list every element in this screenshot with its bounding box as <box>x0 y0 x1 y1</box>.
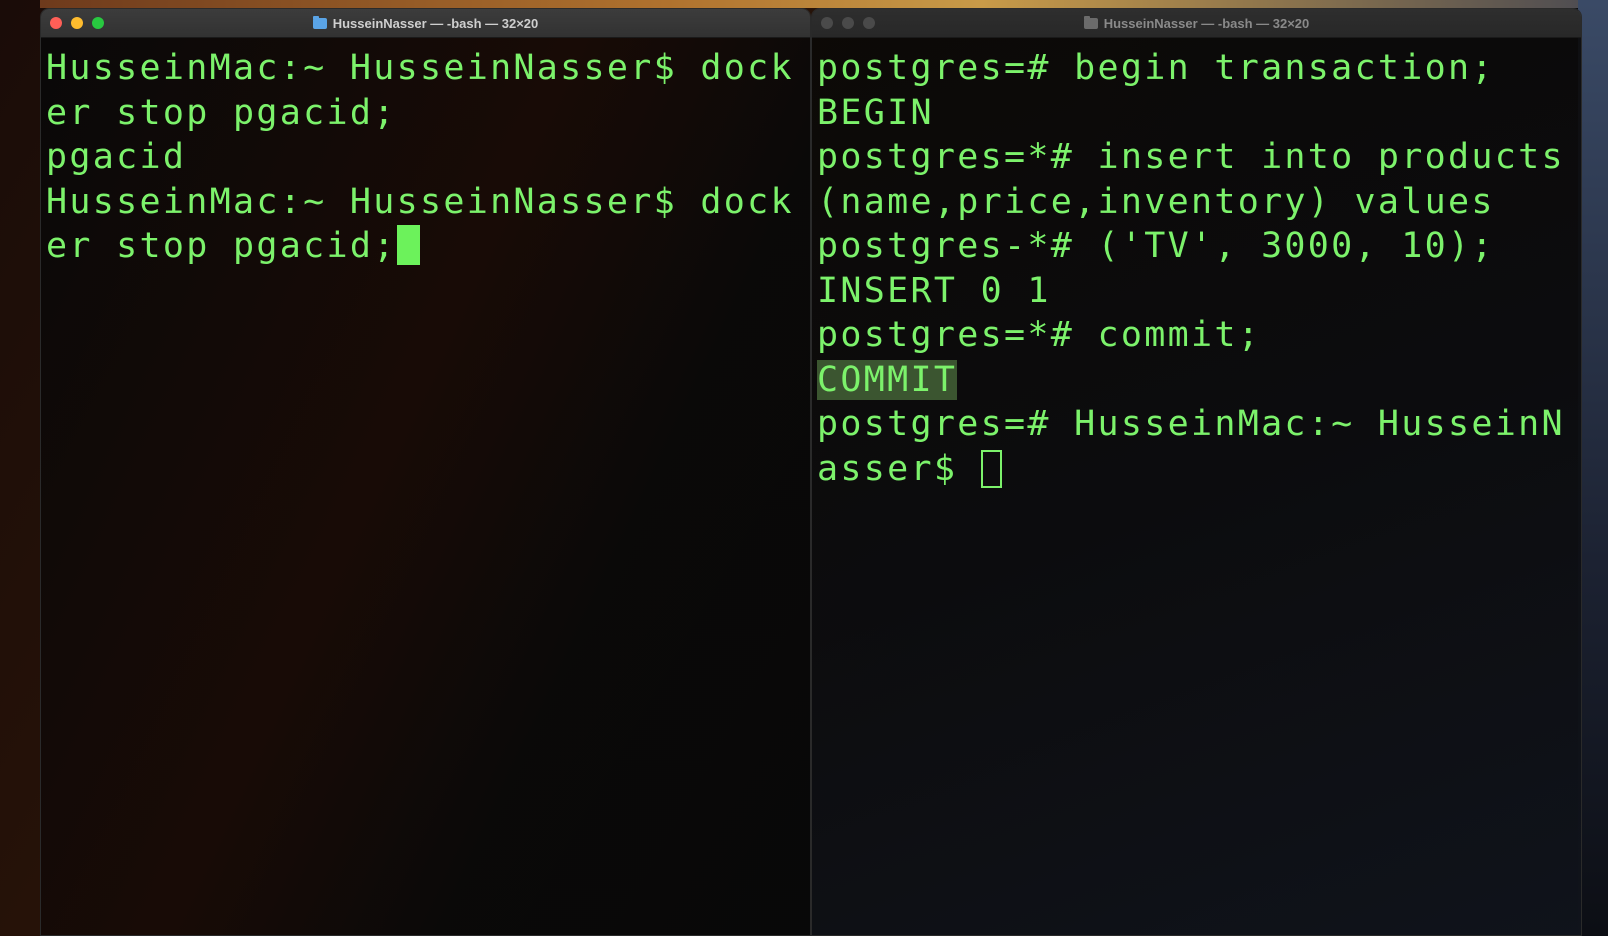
terminal-line: postgres=# begin transaction; <box>817 48 1495 88</box>
close-button[interactable] <box>821 17 833 29</box>
window-title-text: HusseinNasser — -bash — 32×20 <box>332 15 539 31</box>
terminal-line: HusseinMac:~ HusseinNasser$ dock <box>46 181 794 222</box>
desktop-wallpaper-edge <box>1578 0 1608 936</box>
window-title: HusseinNasser — -bash — 32×20 <box>312 15 539 31</box>
close-button[interactable] <box>50 17 62 29</box>
terminal-line: HusseinMac:~ HusseinNasser$ dock <box>46 48 794 88</box>
zoom-button[interactable] <box>92 17 104 29</box>
terminal-line: postgres=*# insert into products <box>817 137 1565 177</box>
terminal-line: BEGIN <box>817 92 934 133</box>
terminal-line: (name,price,inventory) values <box>817 181 1495 222</box>
window-titlebar[interactable]: HusseinNasser — -bash — 32×20 <box>812 9 1581 38</box>
terminal-content[interactable]: postgres=# begin transaction; BEGIN post… <box>812 38 1581 935</box>
zoom-button[interactable] <box>863 17 875 29</box>
minimize-button[interactable] <box>71 17 83 29</box>
text-cursor <box>396 225 420 265</box>
terminal-line: er stop pgacid; <box>46 92 397 133</box>
window-titlebar[interactable]: HusseinNasser — -bash — 32×20 <box>41 9 810 38</box>
terminal-line: pgacid <box>46 137 187 177</box>
terminal-window-right[interactable]: HusseinNasser — -bash — 32×20 postgres=#… <box>811 8 1582 936</box>
window-title: HusseinNasser — -bash — 32×20 <box>1083 15 1310 31</box>
terminal-line-text: er stop pgacid; <box>46 226 397 266</box>
folder-icon <box>1083 15 1098 29</box>
text-cursor <box>980 449 1002 488</box>
window-controls <box>821 17 875 29</box>
minimize-button[interactable] <box>842 17 854 29</box>
terminal-line: postgres-*# ('TV', 3000, 10); <box>817 226 1495 266</box>
window-title-text: HusseinNasser — -bash — 32×20 <box>1103 15 1310 31</box>
terminal-line: postgres=# HusseinMac:~ HusseinN <box>817 404 1565 444</box>
terminal-line: COMMIT <box>817 358 1581 403</box>
terminal-line: INSERT 0 1 <box>817 270 1051 311</box>
terminal-line-text: asser$ <box>817 448 981 489</box>
selected-text[interactable]: COMMIT <box>817 359 958 400</box>
terminal-window-left[interactable]: HusseinNasser — -bash — 32×20 HusseinMac… <box>40 8 811 936</box>
desktop-background: HusseinNasser — -bash — 32×20 HusseinMac… <box>0 0 1608 936</box>
window-controls <box>50 17 104 29</box>
terminal-input-line[interactable]: asser$ <box>817 447 1581 492</box>
menubar-strip <box>40 0 1608 8</box>
folder-icon <box>312 15 327 29</box>
terminal-line: postgres=*# commit; <box>817 315 1262 355</box>
terminal-input-line[interactable]: er stop pgacid; <box>46 224 810 269</box>
terminal-content[interactable]: HusseinMac:~ HusseinNasser$ dock er stop… <box>41 38 810 935</box>
